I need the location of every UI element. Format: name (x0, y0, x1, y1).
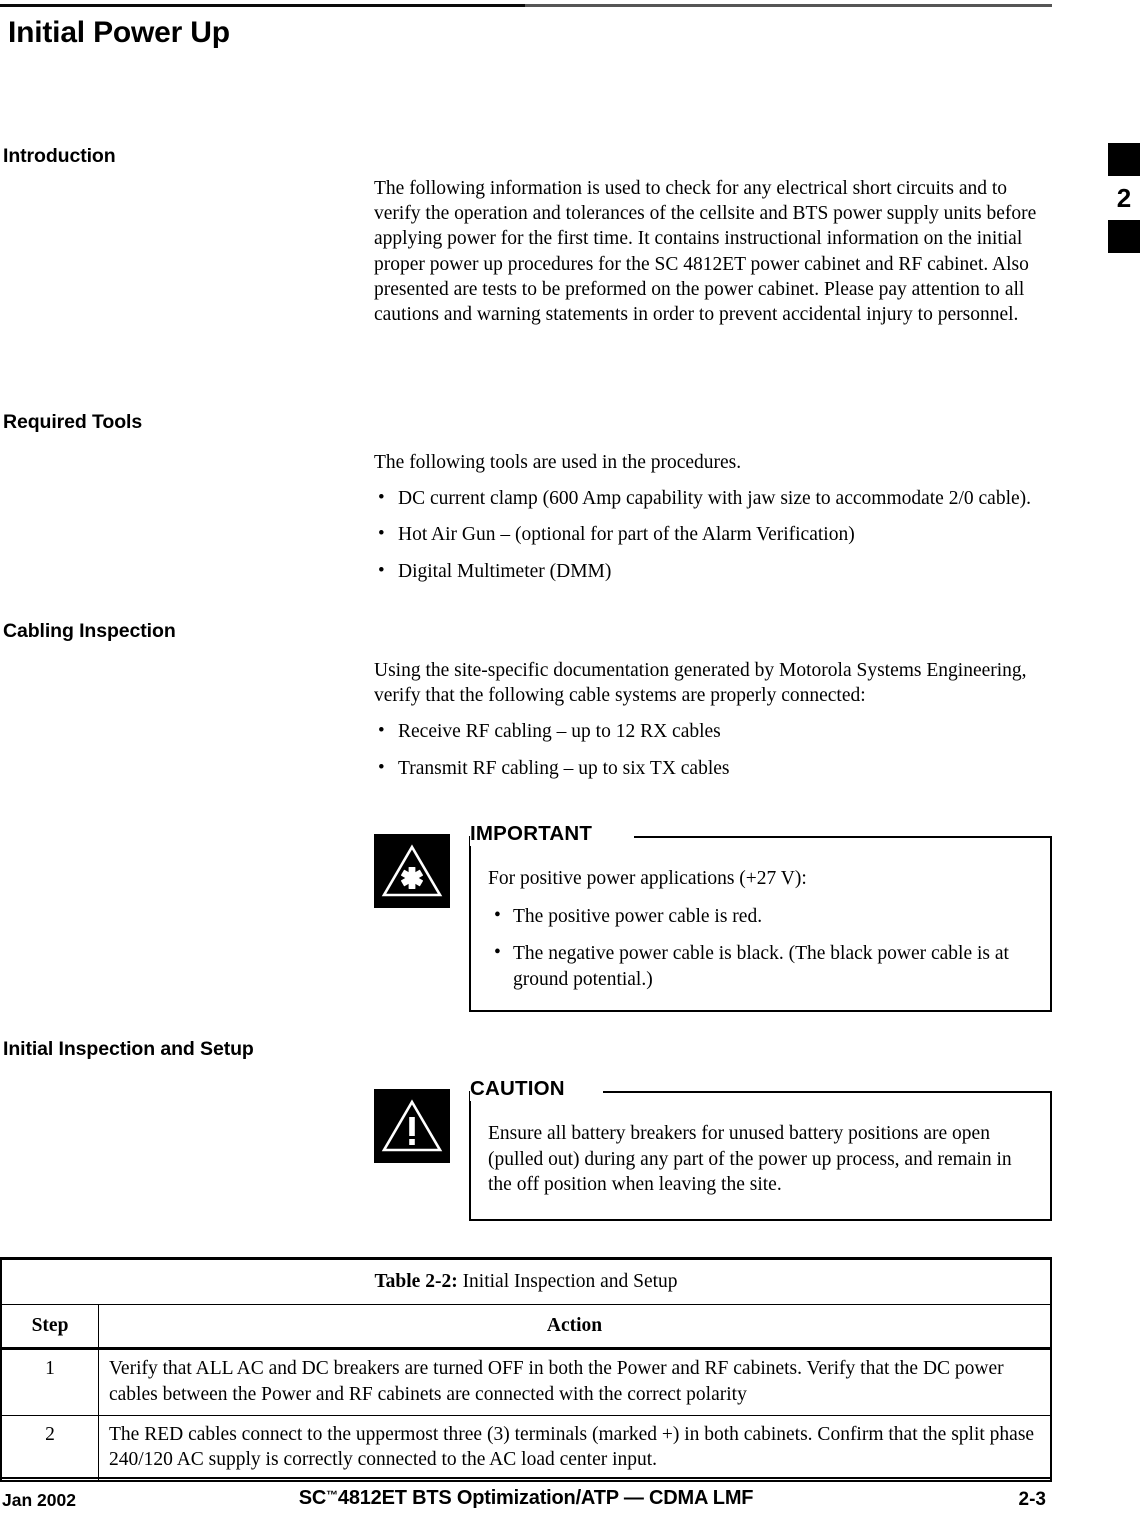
caution-callout-paragraph: Ensure all battery breakers for unused b… (488, 1123, 1012, 1196)
cabling-inspection-body: Using the site-specific documentation ge… (374, 658, 1054, 781)
list-item: Hot Air Gun – (optional for part of the … (374, 521, 1054, 547)
chapter-tab-block-top (1108, 143, 1140, 176)
cabling-inspection-list: Receive RF cabling – up to 12 RX cables … (374, 718, 1054, 781)
introduction-body: The following information is used to che… (374, 176, 1054, 327)
page-footer: Jan 2002 SC™4812ET BTS Optimization/ATP … (0, 1487, 1052, 1519)
caution-callout-label: CAUTION (470, 1077, 575, 1101)
chapter-tab-number: 2 (1116, 183, 1132, 213)
header-rule-left (0, 4, 525, 7)
initial-inspection-table: Table 2-2: Initial Inspection and Setup … (0, 1256, 1052, 1483)
important-callout-list: The positive power cable is red. The neg… (488, 903, 1033, 993)
table-row: 1 Verify that ALL AC and DC breakers are… (0, 1348, 1052, 1416)
important-callout-label: IMPORTANT (470, 822, 603, 846)
header-rule-right (525, 4, 1052, 7)
footer-page-number: 2-3 (1018, 1489, 1046, 1510)
table-caption-label: Table 2-2: (374, 1271, 458, 1292)
table-cell-action: The RED cables connect to the uppermost … (98, 1414, 1052, 1483)
chapter-tab-marker: 2 (1108, 143, 1140, 253)
section-heading-required-tools: Required Tools (3, 411, 143, 433)
list-item: Transmit RF cabling – up to six TX cable… (374, 755, 1054, 781)
table-header-step: Step (0, 1304, 99, 1351)
caution-callout-body: Ensure all battery breakers for unused b… (488, 1121, 1033, 1198)
footer-title-prefix: SC (298, 1487, 327, 1509)
list-item: Receive RF cabling – up to 12 RX cables (374, 718, 1054, 744)
asterisk-triangle-icon (374, 834, 450, 908)
important-callout-body: For positive power applications (+27 V):… (488, 866, 1033, 992)
cabling-inspection-paragraph: Using the site-specific documentation ge… (374, 660, 1027, 707)
section-heading-cabling-inspection: Cabling Inspection (3, 620, 176, 642)
required-tools-list: DC current clamp (600 Amp capability wit… (374, 485, 1054, 584)
section-heading-introduction: Introduction (3, 145, 116, 167)
list-item: Digital Multimeter (DMM) (374, 558, 1054, 584)
footer-rule (0, 1477, 1052, 1479)
list-item: The negative power cable is black. (The … (488, 940, 1033, 992)
list-item: The positive power cable is red. (488, 903, 1033, 930)
table-header-row: Step Action (0, 1304, 1052, 1351)
important-callout-paragraph: For positive power applications (+27 V): (488, 868, 807, 889)
table-cell-step: 2 (0, 1414, 99, 1483)
table-cell-step: 1 (0, 1348, 99, 1416)
footer-title: SC™4812ET BTS Optimization/ATP — CDMA LM… (0, 1487, 1052, 1510)
required-tools-paragraph: The following tools are used in the proc… (374, 452, 742, 473)
section-heading-initial-inspection-and-setup: Initial Inspection and Setup (3, 1038, 254, 1060)
list-item: DC current clamp (600 Amp capability wit… (374, 485, 1054, 511)
introduction-paragraph: The following information is used to che… (374, 178, 1037, 326)
table-row: 2 The RED cables connect to the uppermos… (0, 1414, 1052, 1483)
table-header-action: Action (98, 1304, 1052, 1351)
chapter-tab-block-bottom (1108, 220, 1140, 253)
warning-triangle-icon (374, 1089, 450, 1163)
table-caption-text: Initial Inspection and Setup (457, 1271, 678, 1292)
table-caption-row: Table 2-2: Initial Inspection and Setup (0, 1256, 1052, 1306)
page-title: Initial Power Up (8, 16, 230, 49)
table-caption: Table 2-2: Initial Inspection and Setup (0, 1256, 1052, 1306)
table-cell-action: Verify that ALL AC and DC breakers are t… (98, 1348, 1052, 1416)
required-tools-body: The following tools are used in the proc… (374, 450, 1054, 584)
trademark-icon: ™ (326, 1488, 338, 1502)
footer-title-suffix: 4812ET BTS Optimization/ATP — CDMA LMF (337, 1487, 754, 1509)
